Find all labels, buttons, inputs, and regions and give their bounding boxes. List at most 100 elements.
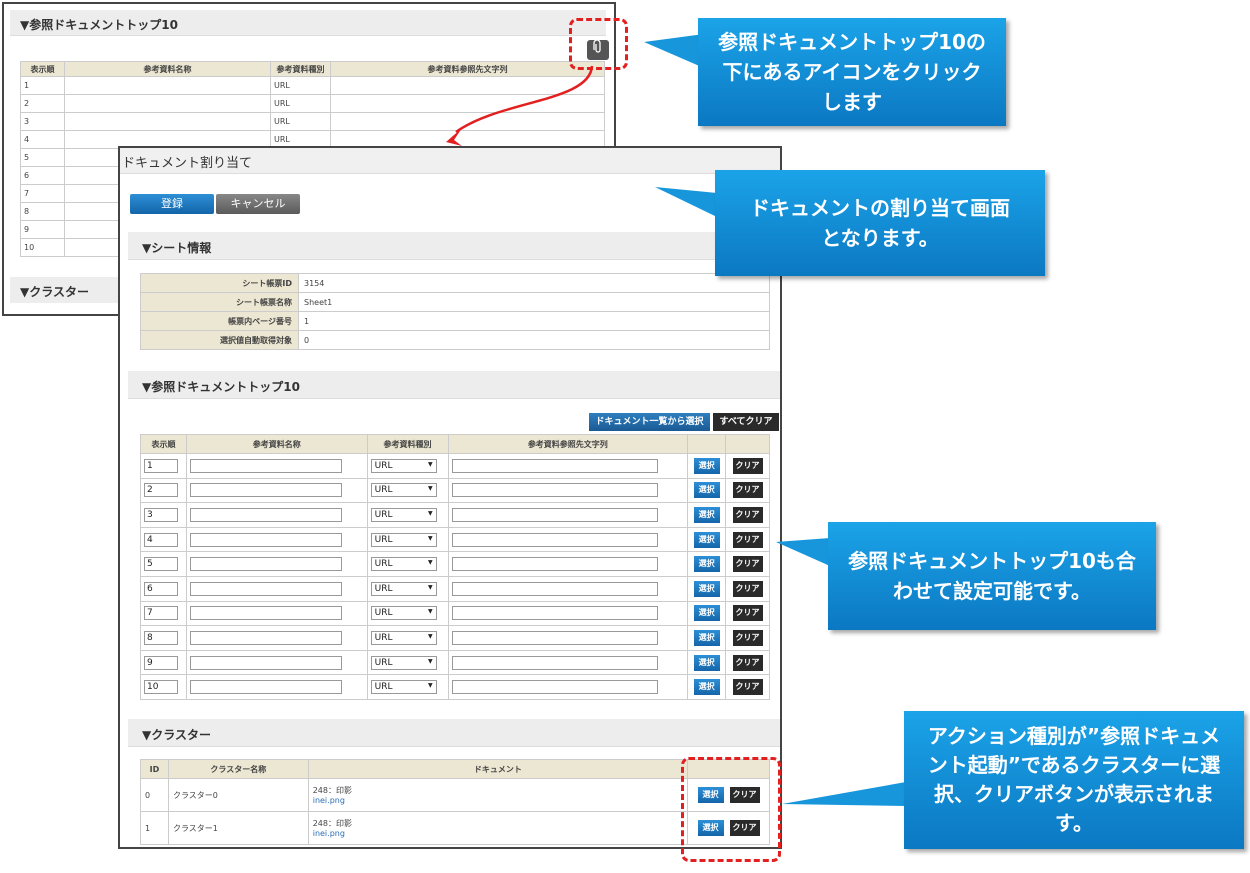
type-select[interactable]: URL ▼	[370, 458, 437, 473]
order-input[interactable]: 2	[144, 483, 178, 498]
select-from-doc-list-button[interactable]: ドキュメント一覧から選択	[589, 413, 710, 431]
type-select[interactable]: URL ▼	[370, 483, 437, 498]
order-cell: 7	[140, 600, 187, 627]
type-select[interactable]: URL ▼	[370, 581, 437, 596]
clear-button[interactable]: クリア	[732, 506, 763, 523]
clear-button[interactable]: クリア	[732, 457, 763, 474]
cluster-doc-file-link[interactable]: inei.png	[313, 829, 683, 838]
table-row: 3 URL ▼ 選択 クリア	[140, 502, 770, 528]
clear-button[interactable]: クリア	[732, 629, 763, 646]
select-button[interactable]: 選択	[693, 654, 720, 671]
dropdown-arrow-icon: ▼	[427, 509, 433, 517]
type-select[interactable]: URL ▼	[370, 655, 437, 670]
column-header: 表示順	[20, 61, 65, 77]
column-header: 参考資料種別	[366, 434, 449, 454]
type-cell: URL	[270, 94, 331, 113]
clear-button[interactable]: クリア	[732, 679, 763, 696]
clear-button[interactable]: クリア	[732, 482, 763, 499]
order-input[interactable]: 3	[144, 507, 178, 522]
cluster-doc-file-link[interactable]: inei.png	[313, 796, 683, 805]
name-input[interactable]	[189, 507, 342, 522]
select-button[interactable]: 選択	[693, 679, 720, 696]
name-input[interactable]	[189, 557, 342, 572]
table-row: 2 URL ▼ 選択 クリア	[140, 477, 770, 504]
name-input[interactable]	[189, 606, 342, 621]
type-value: URL	[374, 632, 393, 643]
order-input[interactable]: 5	[144, 557, 178, 572]
select-button[interactable]: 選択	[693, 482, 720, 499]
info-value: 1	[298, 311, 770, 331]
type-select[interactable]: URL ▼	[370, 680, 437, 695]
type-select[interactable]: URL ▼	[370, 557, 437, 572]
type-select[interactable]: URL ▼	[370, 532, 437, 547]
order-input[interactable]: 10	[144, 680, 178, 695]
clear-button[interactable]: クリア	[732, 605, 763, 622]
order-input[interactable]: 8	[144, 630, 178, 645]
table-row: シート帳票名称 Sheet1	[140, 292, 770, 312]
name-input[interactable]	[189, 532, 342, 547]
column-header: 参考資料参照先文字列	[447, 434, 689, 454]
type-select[interactable]: URL ▼	[370, 606, 437, 621]
order-value: 2	[147, 485, 153, 496]
order-cell: 4	[140, 526, 187, 553]
type-cell: URL ▼	[366, 600, 449, 627]
order-input[interactable]: 4	[144, 532, 178, 547]
name-input[interactable]	[189, 655, 342, 670]
table-row: 1 クラスター1 248：印影 inei.png 選択 クリア	[140, 811, 770, 845]
ref-input[interactable]	[451, 606, 658, 621]
callout-click-icon: 参照ドキュメントトップ10の下にあるアイコンをクリックします	[698, 18, 1006, 126]
ref-input[interactable]	[451, 458, 658, 473]
column-header: 参考資料名称	[185, 434, 368, 454]
select-button[interactable]: 選択	[693, 629, 720, 646]
info-label: 選択値自動取得対象	[140, 330, 299, 350]
ref-input[interactable]	[451, 507, 658, 522]
ref-cell	[447, 625, 689, 651]
order-input[interactable]: 6	[144, 581, 178, 596]
ref-input[interactable]	[451, 483, 658, 498]
clear-all-button[interactable]: すべてクリア	[713, 413, 779, 431]
clear-button[interactable]: クリア	[732, 654, 763, 671]
order-input[interactable]: 7	[144, 606, 178, 621]
table-row: 9 URL ▼ 選択 クリア	[140, 649, 770, 676]
select-button[interactable]: 選択	[693, 531, 720, 548]
register-button[interactable]: 登録	[130, 194, 214, 214]
ref-input[interactable]	[451, 532, 658, 547]
name-cell	[185, 674, 368, 700]
clear-button[interactable]: クリア	[732, 531, 763, 548]
select-button[interactable]: 選択	[693, 506, 720, 523]
type-select[interactable]: URL ▼	[370, 630, 437, 645]
name-input[interactable]	[189, 630, 342, 645]
ref-input[interactable]	[451, 557, 658, 572]
info-value: 0	[298, 330, 770, 350]
clear-button[interactable]: クリア	[732, 580, 763, 597]
clear-button[interactable]: クリア	[732, 556, 763, 573]
name-input[interactable]	[189, 483, 342, 498]
select-button[interactable]: 選択	[693, 605, 720, 622]
sheet-info-heading: ▼シート情報	[128, 232, 780, 260]
order-cell: 2	[20, 94, 65, 113]
column-header	[725, 434, 770, 454]
dropdown-arrow-icon: ▼	[427, 485, 433, 493]
type-value: URL	[374, 682, 393, 693]
ref-cell	[447, 502, 689, 528]
select-button[interactable]: 選択	[693, 580, 720, 597]
type-select[interactable]: URL ▼	[370, 507, 437, 522]
name-input[interactable]	[189, 458, 342, 473]
order-input[interactable]: 1	[144, 458, 178, 473]
ref-input[interactable]	[451, 655, 658, 670]
ref-input[interactable]	[451, 581, 658, 596]
cancel-button[interactable]: キャンセル	[216, 194, 300, 214]
select-button[interactable]: 選択	[693, 457, 720, 474]
ref-cell	[447, 453, 689, 479]
select-button[interactable]: 選択	[693, 556, 720, 573]
ref-input[interactable]	[451, 630, 658, 645]
ref-input[interactable]	[451, 680, 658, 695]
cluster-heading: ▼クラスター	[128, 719, 780, 747]
order-value: 5	[147, 559, 153, 570]
callout-tail	[776, 538, 830, 566]
order-input[interactable]: 9	[144, 655, 178, 670]
info-label: 帳票内ページ番号	[140, 311, 299, 331]
name-input[interactable]	[189, 680, 342, 695]
name-input[interactable]	[189, 581, 342, 596]
clear-cell: クリア	[725, 453, 770, 479]
